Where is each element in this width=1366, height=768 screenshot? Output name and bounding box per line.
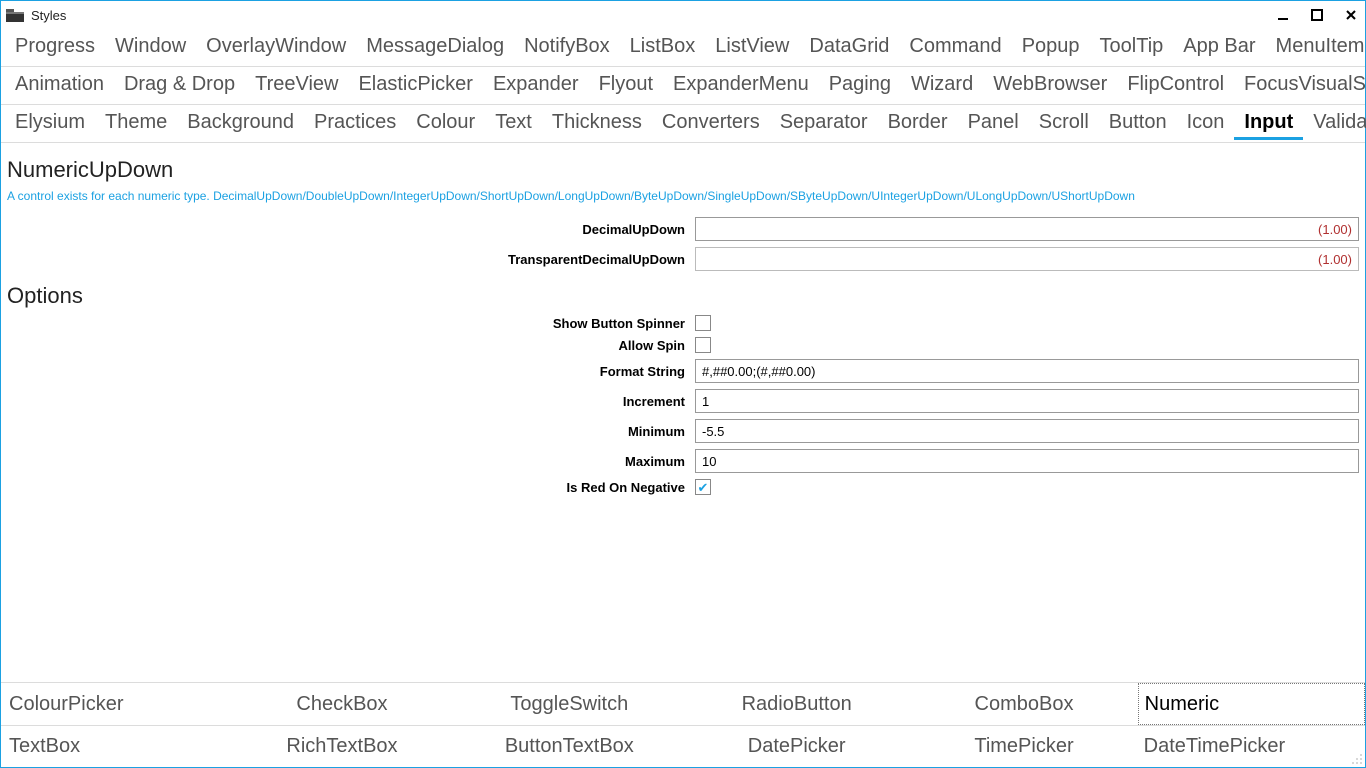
tab-overlaywindow[interactable]: OverlayWindow [196,31,356,64]
tab-listbox[interactable]: ListBox [620,31,706,64]
top-tabs-row-2: Animation Drag & Drop TreeView ElasticPi… [1,67,1365,105]
tab-practices[interactable]: Practices [304,107,406,140]
red-neg-checkbox[interactable] [695,479,711,495]
section-description: A control exists for each numeric type. … [7,189,1359,203]
tab-validation[interactable]: Validation [1303,107,1366,140]
tab-flyout[interactable]: Flyout [589,69,663,102]
bottom-tabs: ColourPicker CheckBox ToggleSwitch Radio… [1,682,1365,767]
btab-datepicker[interactable]: DatePicker [683,725,910,767]
tab-input[interactable]: Input [1234,107,1303,140]
btab-checkbox[interactable]: CheckBox [228,683,455,725]
options-heading: Options [7,283,1359,309]
tab-appbar[interactable]: App Bar [1173,31,1265,64]
format-string-input[interactable] [695,359,1359,383]
btab-colourpicker[interactable]: ColourPicker [1,683,228,725]
tab-dragdrop[interactable]: Drag & Drop [114,69,245,102]
decimal-updown-input[interactable] [695,217,1359,241]
tab-button[interactable]: Button [1099,107,1177,140]
options-form: Show Button Spinner Allow Spin Format St… [7,315,1359,495]
tab-separator[interactable]: Separator [770,107,878,140]
tab-background[interactable]: Background [177,107,304,140]
btab-combobox[interactable]: ComboBox [910,683,1137,725]
tab-paging[interactable]: Paging [819,69,901,102]
tab-popup[interactable]: Popup [1012,31,1090,64]
btab-radiobutton[interactable]: RadioButton [683,683,910,725]
minimum-label: Minimum [7,424,687,439]
btab-timepicker[interactable]: TimePicker [910,725,1137,767]
tab-flipcontrol[interactable]: FlipControl [1117,69,1234,102]
maximum-input[interactable] [695,449,1359,473]
tab-scroll[interactable]: Scroll [1029,107,1099,140]
app-window: Styles Progress Window OverlayWindow Mes… [0,0,1366,768]
top-tabs-row-1: Progress Window OverlayWindow MessageDia… [1,29,1365,67]
btab-numeric[interactable]: Numeric [1138,683,1365,725]
tab-messagedialog[interactable]: MessageDialog [356,31,514,64]
allow-spin-checkbox[interactable] [695,337,711,353]
tab-wizard[interactable]: Wizard [901,69,983,102]
tab-animation[interactable]: Animation [5,69,114,102]
tab-elasticpicker[interactable]: ElasticPicker [348,69,482,102]
tab-colour[interactable]: Colour [406,107,485,140]
red-neg-label: Is Red On Negative [7,480,687,495]
content-area: NumericUpDown A control exists for each … [1,143,1365,682]
allow-spin-label: Allow Spin [7,338,687,353]
tab-theme[interactable]: Theme [95,107,177,140]
tab-elysium[interactable]: Elysium [5,107,95,140]
demo-form: DecimalUpDown TransparentDecimalUpDown [7,217,1359,271]
show-spinner-checkbox[interactable] [695,315,711,331]
tab-panel[interactable]: Panel [958,107,1029,140]
show-spinner-label: Show Button Spinner [7,316,687,331]
tab-treeview[interactable]: TreeView [245,69,348,102]
close-button[interactable] [1337,5,1365,25]
tab-border[interactable]: Border [878,107,958,140]
tab-expander[interactable]: Expander [483,69,589,102]
btab-buttontextbox[interactable]: ButtonTextBox [456,725,683,767]
section-heading: NumericUpDown [7,157,1359,183]
app-icon [5,7,25,23]
resize-grip-icon[interactable] [1351,753,1363,765]
increment-input[interactable] [695,389,1359,413]
minimum-input[interactable] [695,419,1359,443]
tab-notifybox[interactable]: NotifyBox [514,31,620,64]
tab-window[interactable]: Window [105,31,196,64]
btab-toggleswitch[interactable]: ToggleSwitch [456,683,683,725]
tab-command[interactable]: Command [899,31,1011,64]
window-title: Styles [31,8,66,23]
transparent-decimal-input[interactable] [695,247,1359,271]
format-label: Format String [7,364,687,379]
tab-thickness[interactable]: Thickness [542,107,652,140]
btab-textbox[interactable]: TextBox [1,725,228,767]
minimize-button[interactable] [1269,5,1297,25]
tab-focusvisualstyle[interactable]: FocusVisualStyle [1234,69,1366,102]
tab-icon[interactable]: Icon [1177,107,1235,140]
increment-label: Increment [7,394,687,409]
tab-converters[interactable]: Converters [652,107,770,140]
maximum-label: Maximum [7,454,687,469]
btab-richtextbox[interactable]: RichTextBox [228,725,455,767]
tab-text[interactable]: Text [485,107,542,140]
tab-listview[interactable]: ListView [705,31,799,64]
titlebar: Styles [1,1,1365,29]
tab-datagrid[interactable]: DataGrid [799,31,899,64]
maximize-button[interactable] [1303,5,1331,25]
tab-expandermenu[interactable]: ExpanderMenu [663,69,819,102]
tab-menuitem[interactable]: MenuItem [1266,31,1366,64]
top-tabs-row-3: Elysium Theme Background Practices Colou… [1,105,1365,143]
decimal-label: DecimalUpDown [7,222,687,237]
tab-progress[interactable]: Progress [5,31,105,64]
btab-datetimepicker[interactable]: DateTimePicker [1138,725,1365,767]
transparent-label: TransparentDecimalUpDown [7,252,687,267]
tab-tooltip[interactable]: ToolTip [1090,31,1174,64]
tab-webbrowser[interactable]: WebBrowser [983,69,1117,102]
